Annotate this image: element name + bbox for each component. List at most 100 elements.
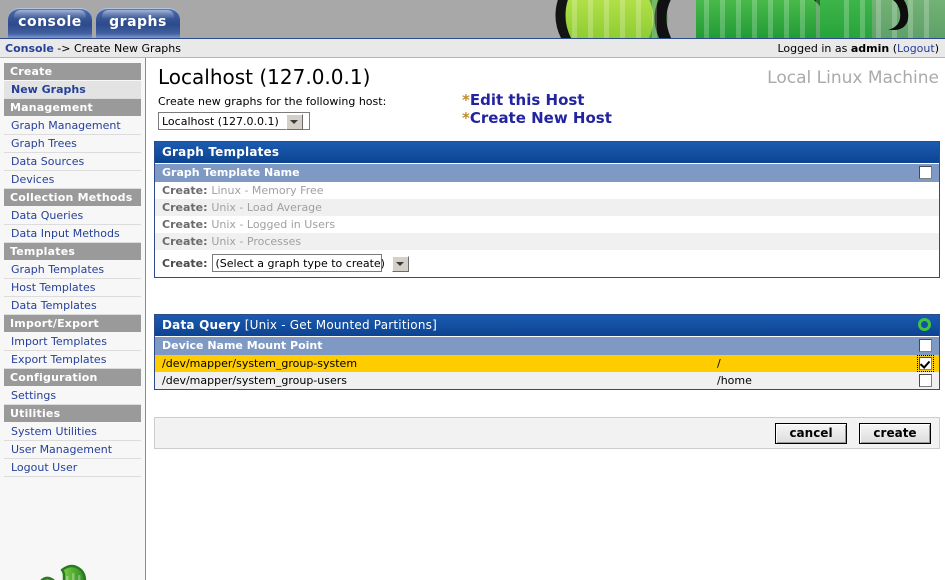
graph-type-select-value: (Select a graph type to create) [215, 257, 385, 270]
table-row: Create: Unix - Logged in Users [155, 216, 939, 233]
logout-link[interactable]: Logout [897, 42, 935, 55]
sidebar-heading-create: Create [4, 63, 141, 80]
data-query-panel: Data Query [Unix - Get Mounted Partition… [154, 314, 940, 390]
table-row[interactable]: /dev/mapper/system_group-system / [155, 355, 939, 372]
cancel-button[interactable]: cancel [775, 423, 847, 444]
cactus-banner-art [548, 0, 945, 38]
graph-templates-title: Graph Templates [155, 142, 939, 163]
graph-templates-title-label: Graph Templates [162, 145, 280, 159]
data-query-title: Data Query [Unix - Get Mounted Partition… [155, 315, 939, 336]
asterisk-icon: * [462, 91, 470, 109]
action-bar: cancel create [154, 417, 940, 449]
sidebar-heading-import-export: Import/Export [4, 315, 141, 332]
tab-console[interactable]: console [8, 8, 92, 38]
device-name: /dev/mapper/system_group-system [162, 357, 358, 370]
table-row: Create: Linux - Memory Free [155, 182, 939, 199]
sidebar-item-data-input-methods[interactable]: Data Input Methods [4, 225, 141, 243]
device-name: /dev/mapper/system_group-users [162, 374, 347, 387]
select-all-graph-templates-checkbox[interactable] [919, 166, 932, 179]
logout-close-paren: ) [934, 42, 939, 55]
sidebar-item-import-templates[interactable]: Import Templates [4, 333, 141, 351]
breadcrumb-console-link[interactable]: Console [5, 42, 54, 55]
create-new-host-link[interactable]: *Create New Host [462, 109, 612, 127]
tab-graphs-label: graphs [109, 14, 167, 30]
edit-this-host-label: Edit this Host [469, 91, 585, 109]
main-content: Localhost (127.0.0.1) Local Linux Machin… [147, 58, 945, 580]
sidebar-item-export-templates[interactable]: Export Templates [4, 351, 141, 369]
green-ring-icon[interactable] [918, 318, 931, 331]
host-select-wrap: Localhost (127.0.0.1) [158, 112, 310, 130]
mount-point: /home [717, 374, 752, 387]
sidebar-item-logout-user[interactable]: Logout User [4, 459, 141, 477]
intro-text: Create new graphs for the following host… [158, 95, 387, 108]
sidebar-item-graph-trees[interactable]: Graph Trees [4, 135, 141, 153]
sidebar-item-graph-management[interactable]: Graph Management [4, 117, 141, 135]
table-row[interactable]: /dev/mapper/system_group-users/home [155, 372, 939, 389]
sidebar: Create New Graphs Management Graph Manageme… [0, 58, 146, 580]
create-label: Create: [162, 184, 212, 197]
mount-point: / [717, 357, 721, 370]
data-query-column-header: Device Name Mount Point [155, 336, 939, 355]
breadcrumb-separator: -> [53, 42, 74, 55]
host-description: Local Linux Machine [767, 68, 939, 88]
sidebar-item-data-queries[interactable]: Data Queries [4, 207, 141, 225]
tab-graphs[interactable]: graphs [96, 8, 180, 38]
select-all-devices-checkbox[interactable] [919, 339, 932, 352]
sidebar-item-system-utilities[interactable]: System Utilities [4, 423, 141, 441]
graph-template-name: Unix - Processes [211, 235, 302, 248]
cactus-logo [22, 560, 126, 580]
row-select-checkbox[interactable] [919, 374, 932, 387]
breadcrumb-current: Create New Graphs [73, 42, 181, 55]
logout-open-paren: ( [889, 42, 898, 55]
sidebar-item-host-templates[interactable]: Host Templates [4, 279, 141, 297]
logged-in-user: admin [850, 42, 890, 55]
sidebar-item-user-management[interactable]: User Management [4, 441, 141, 459]
sidebar-heading-collection-methods: Collection Methods [4, 189, 141, 206]
page-body: Create New Graphs Management Graph Manageme… [0, 58, 945, 580]
graph-type-select[interactable]: (Select a graph type to create) [211, 254, 410, 272]
create-label: Create: [162, 201, 212, 214]
asterisk-icon: * [462, 109, 470, 127]
create-button[interactable]: create [859, 423, 931, 444]
sidebar-item-settings[interactable]: Settings [4, 387, 141, 405]
graph-template-name: Unix - Logged in Users [211, 218, 336, 231]
host-select[interactable]: Localhost (127.0.0.1) [158, 112, 310, 130]
create-label: Create: [162, 235, 212, 248]
graph-template-name-column: Graph Template Name [162, 166, 300, 179]
chevron-down-icon [392, 256, 410, 272]
sidebar-item-devices[interactable]: Devices [4, 171, 141, 189]
sidebar-heading-utilities: Utilities [4, 405, 141, 422]
data-query-title-detail: [Unix - Get Mounted Partitions] [240, 318, 437, 332]
create-new-host-label: Create New Host [469, 109, 612, 127]
graph-templates-panel: Graph Templates Graph Template Name Crea… [154, 141, 940, 278]
top-banner: console graphs [0, 0, 945, 38]
sidebar-item-new-graphs[interactable]: New Graphs [4, 81, 141, 99]
graph-template-name: Linux - Memory Free [211, 184, 324, 197]
chevron-down-icon [286, 114, 304, 130]
table-row: Create: Unix - Processes [155, 233, 939, 250]
mount-point-column: Mount Point [246, 339, 323, 352]
data-query-title-label: Data Query [162, 318, 241, 332]
graph-templates-create-row: Create: (Select a graph type to create) [155, 250, 939, 277]
device-name-column: Device Name [162, 339, 243, 352]
breadcrumb: Console -> Create New Graphs [5, 42, 181, 55]
host-select-value: Localhost (127.0.0.1) [162, 115, 279, 128]
page-title: Localhost (127.0.0.1) [158, 65, 371, 89]
row-select-checkbox[interactable] [917, 355, 934, 372]
sidebar-heading-templates: Templates [4, 243, 141, 260]
sidebar-heading-management: Management [4, 99, 141, 116]
sidebar-item-graph-templates[interactable]: Graph Templates [4, 261, 141, 279]
graph-templates-column-header: Graph Template Name [155, 163, 939, 182]
table-row: Create: Unix - Load Average [155, 199, 939, 216]
sidebar-heading-configuration: Configuration [4, 369, 141, 386]
logged-in-prefix: Logged in as [777, 42, 851, 55]
create-label: Create: [162, 256, 208, 270]
breadcrumb-bar: Console -> Create New Graphs Logged in a… [0, 38, 945, 58]
login-status: Logged in as admin (Logout) [777, 42, 939, 55]
tab-console-label: console [18, 14, 82, 30]
graph-template-name: Unix - Load Average [211, 201, 322, 214]
edit-this-host-link[interactable]: *Edit this Host [462, 91, 584, 109]
sidebar-item-data-sources[interactable]: Data Sources [4, 153, 141, 171]
create-label: Create: [162, 218, 212, 231]
sidebar-item-data-templates[interactable]: Data Templates [4, 297, 141, 315]
